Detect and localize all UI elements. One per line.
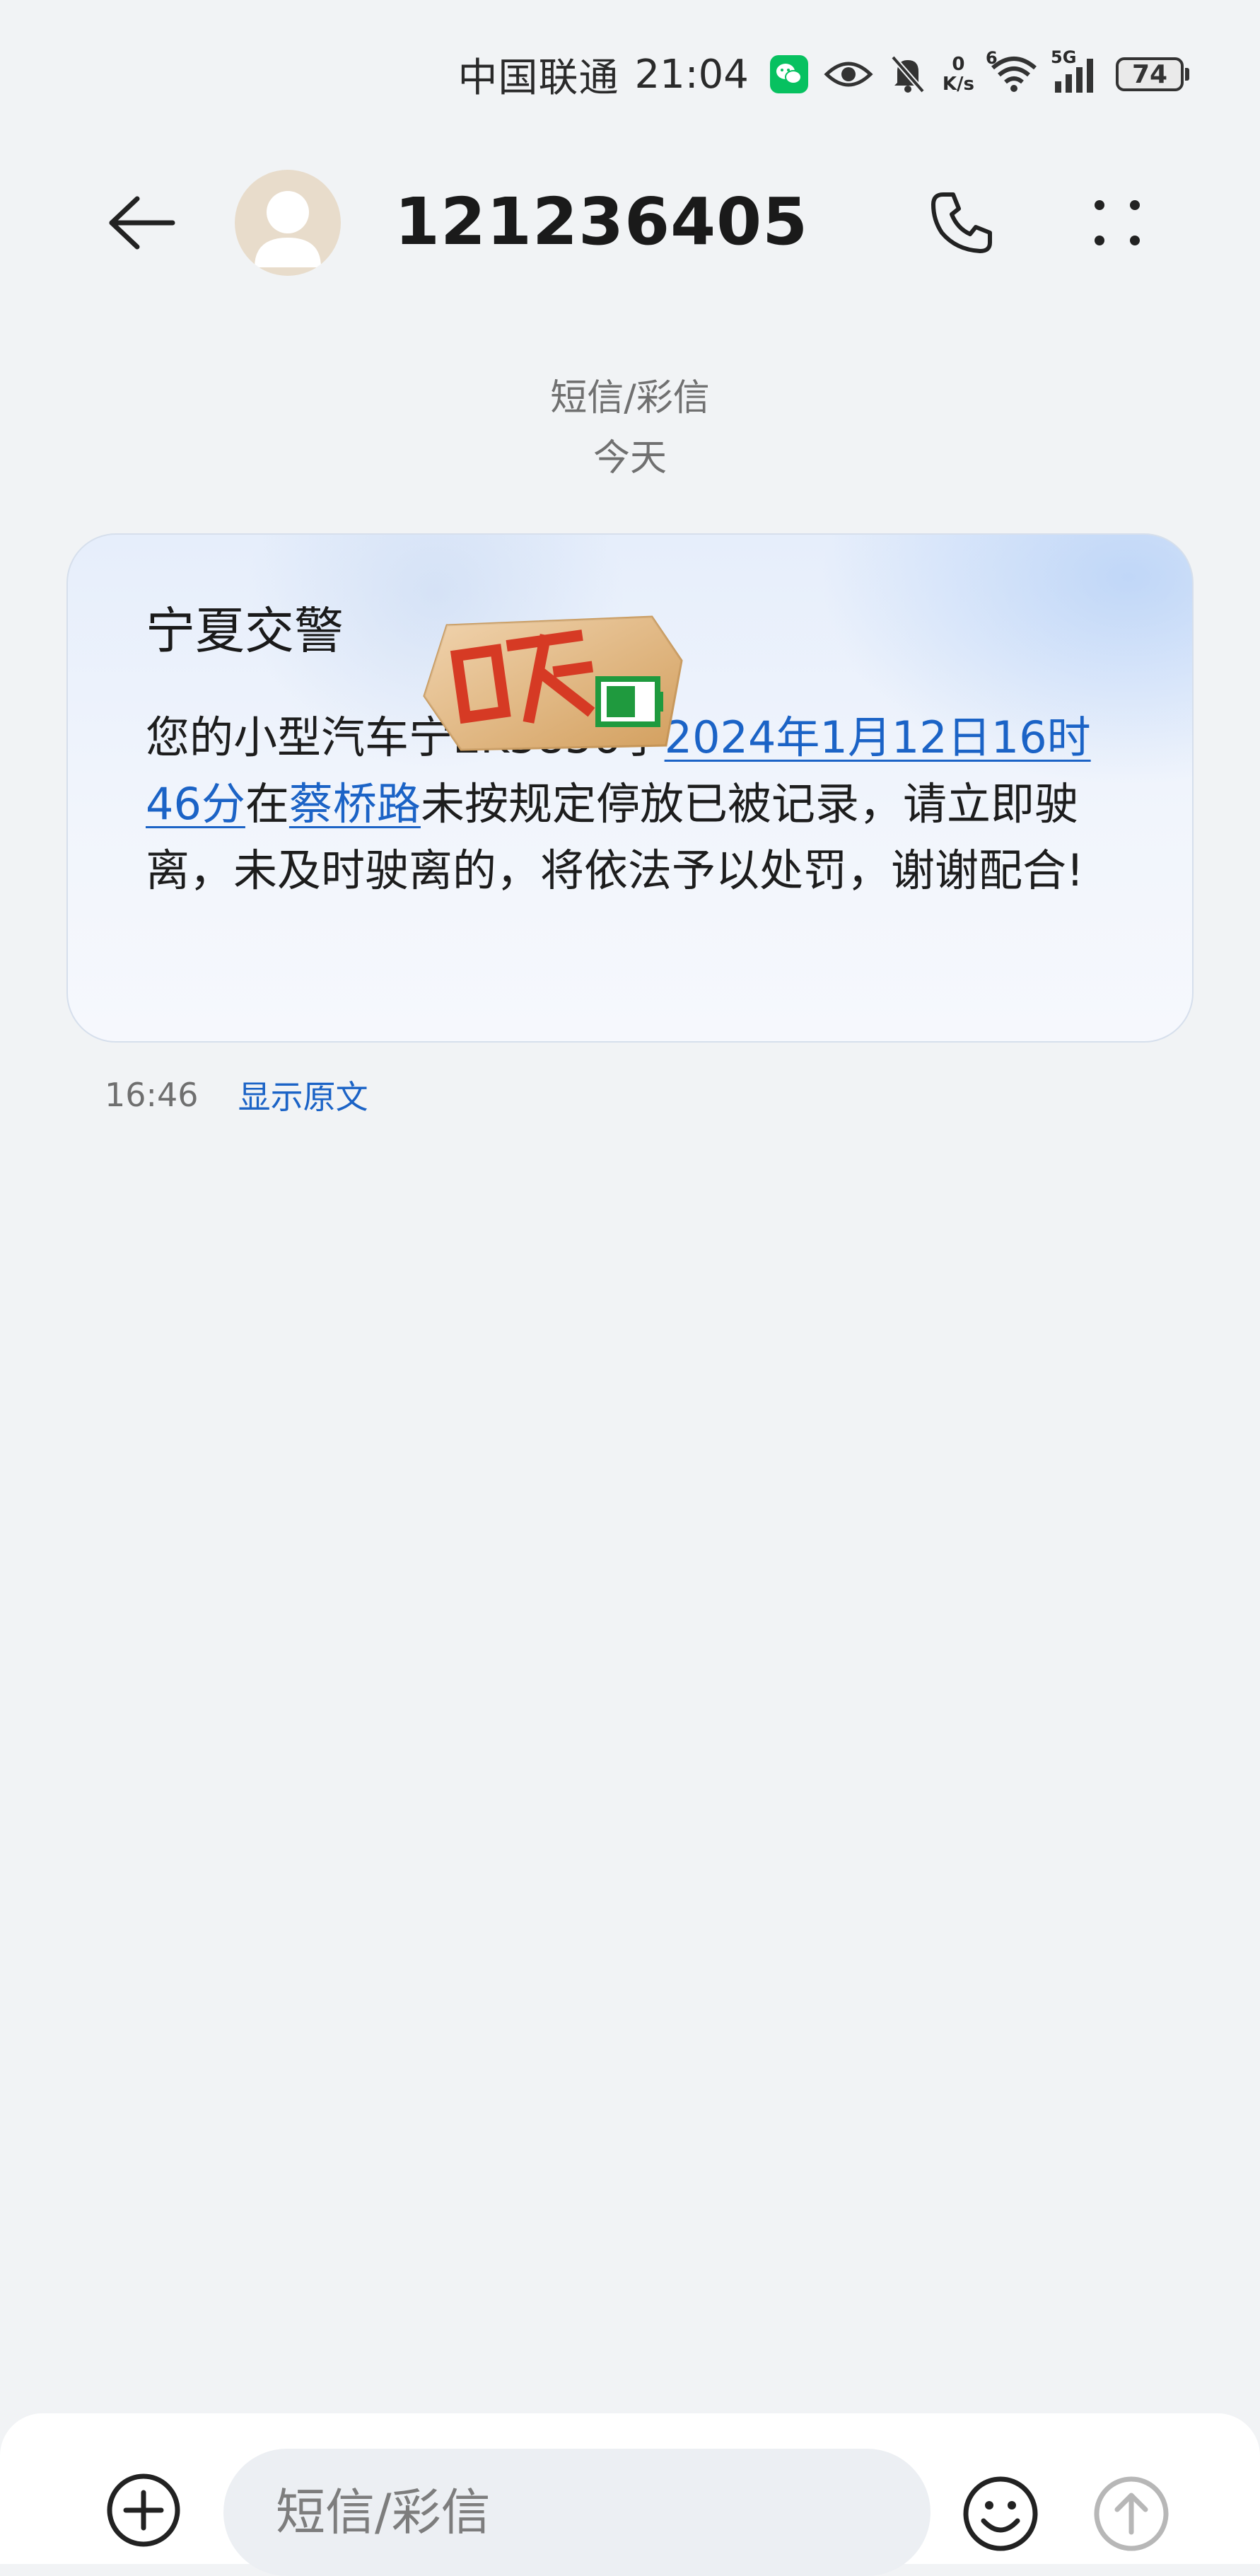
wifi-label: 6 xyxy=(986,48,998,68)
signal-icon: 5G xyxy=(1051,47,1100,94)
net-speed: 0 K/s xyxy=(943,54,974,94)
message-time: 16:46 xyxy=(105,1076,199,1114)
send-button[interactable] xyxy=(1089,2471,1174,2556)
battery-icon: 74 xyxy=(1116,57,1189,91)
contact-number: 121236405 xyxy=(395,184,809,260)
conversation-header: 121236405 xyxy=(0,163,1260,283)
more-dots-icon xyxy=(1095,200,1140,245)
sender-name: 宁夏交警 xyxy=(146,602,344,660)
phone-icon xyxy=(931,192,992,253)
back-button[interactable] xyxy=(99,184,184,262)
sticker-icon xyxy=(423,615,683,751)
date-divider: 今天 xyxy=(593,437,667,480)
wechat-icon xyxy=(769,55,808,93)
net-speed-value: 0 xyxy=(952,54,965,75)
wifi-icon: 6 xyxy=(986,48,1038,93)
emoji-button[interactable] xyxy=(958,2471,1043,2556)
send-arrow-icon xyxy=(1094,2476,1169,2551)
more-options-button[interactable] xyxy=(1075,180,1160,265)
net-speed-unit: K/s xyxy=(942,74,974,95)
call-button[interactable] xyxy=(919,180,1004,265)
add-circle-icon xyxy=(107,2473,180,2547)
add-attachment-button[interactable] xyxy=(105,2471,182,2549)
message-bubble[interactable]: 宁夏交警 您的小型汽车宁EK5856于2024年1月12日16时46分在蔡桥路未… xyxy=(66,533,1194,1043)
status-bar: 中国联通 21:04 0 K/s 6 5G 74 xyxy=(457,42,1189,106)
battery-level: 74 xyxy=(1131,59,1168,89)
composer-bar xyxy=(0,2413,1260,2576)
message-meta: 16:46 显示原文 xyxy=(105,1072,368,1118)
mute-bell-icon xyxy=(889,54,927,94)
status-clock: 21:04 xyxy=(634,51,749,98)
message-input[interactable] xyxy=(223,2449,931,2576)
avatar[interactable] xyxy=(235,170,341,276)
eye-icon xyxy=(824,57,873,92)
location-link[interactable]: 蔡桥路 xyxy=(289,778,421,830)
channel-label: 短信/彩信 xyxy=(550,377,710,419)
emoji-icon xyxy=(963,2476,1038,2551)
carrier-name: 中国联通 xyxy=(457,54,619,101)
message-text-middle: 在 xyxy=(245,778,289,830)
person-icon xyxy=(255,191,321,267)
show-original-link[interactable]: 显示原文 xyxy=(238,1072,368,1118)
cell-label: 5G xyxy=(1051,47,1077,67)
back-arrow-icon xyxy=(109,196,175,250)
